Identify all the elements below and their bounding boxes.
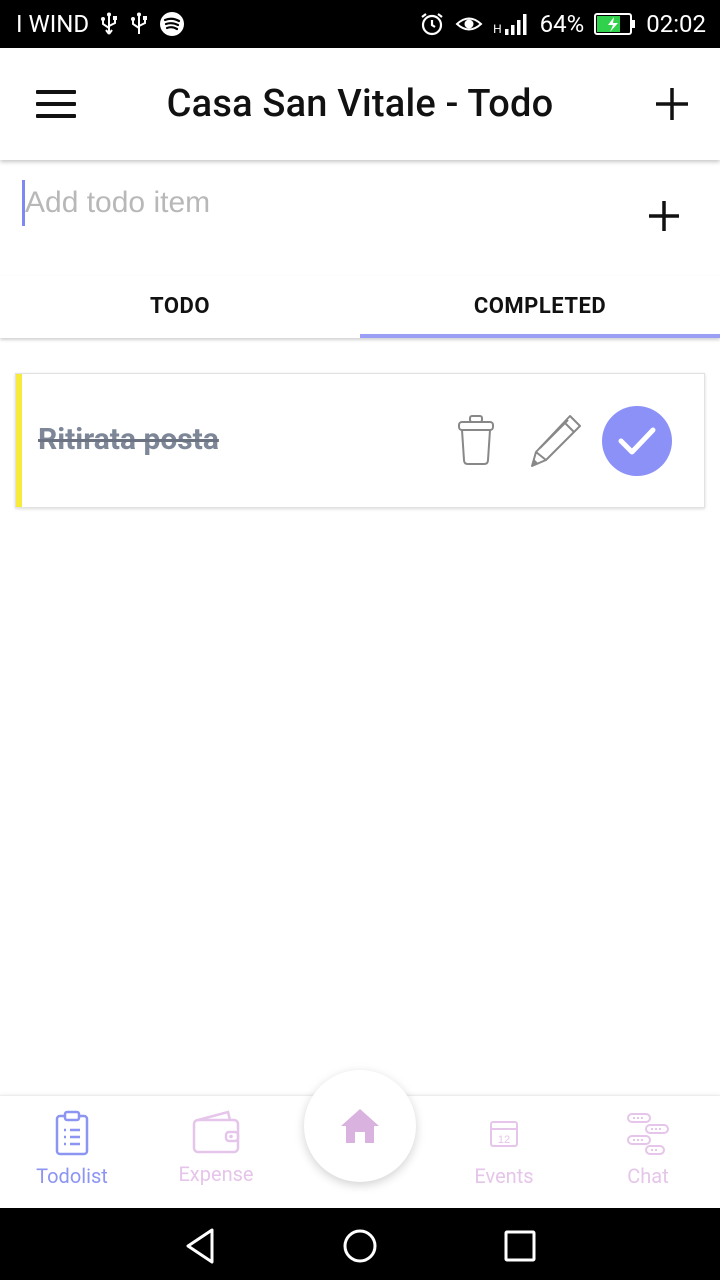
app-bar: Casa San Vitale - Todo (0, 48, 720, 160)
tab-completed[interactable]: COMPLETED (360, 276, 720, 338)
page-title: Casa San Vitale - Todo (166, 82, 554, 126)
tab-bar: TODO COMPLETED (0, 276, 720, 338)
nav-label-chat: Chat (627, 1164, 669, 1188)
todo-item-card[interactable]: Ritirata posta (15, 373, 705, 508)
system-nav-bar (0, 1208, 720, 1280)
add-todo-input[interactable] (22, 180, 582, 226)
todo-item-text: Ritirata posta (38, 422, 219, 457)
nav-label-todolist: Todolist (36, 1164, 108, 1188)
plus-icon[interactable] (652, 84, 692, 124)
clipboard-icon (55, 1110, 89, 1156)
nav-item-chat[interactable]: Chat (576, 1110, 720, 1188)
nav-item-todolist[interactable]: Todolist (0, 1110, 144, 1188)
complete-check-button[interactable] (602, 406, 672, 476)
eye-icon (455, 17, 483, 31)
recents-icon[interactable] (500, 1226, 540, 1266)
add-todo-row (0, 160, 720, 260)
status-right: H 64% 02:02 (419, 10, 706, 38)
calendar-day: 12 (498, 1134, 510, 1146)
battery-percent: 64% (539, 10, 585, 38)
nav-item-events[interactable]: 12 Events (432, 1110, 576, 1188)
network-type: H (493, 22, 502, 36)
signal-icon (504, 14, 527, 35)
battery-charging-icon (594, 13, 636, 35)
trash-icon[interactable] (456, 414, 496, 466)
back-icon[interactable] (180, 1226, 220, 1266)
clock: 02:02 (646, 10, 706, 38)
todo-accent-bar (16, 374, 22, 507)
home-icon (341, 1109, 379, 1143)
nav-item-expense[interactable]: Expense (144, 1110, 288, 1186)
wallet-icon (192, 1110, 240, 1154)
nav-label-events: Events (474, 1164, 534, 1188)
home-system-icon[interactable] (340, 1226, 380, 1266)
home-button[interactable] (304, 1070, 416, 1182)
status-left: I WIND (16, 10, 185, 38)
carrier-label: I WIND (16, 10, 90, 38)
usb-icon (101, 12, 118, 35)
checkmark-icon (618, 427, 656, 455)
pencil-icon[interactable] (526, 412, 584, 470)
alarm-icon (421, 13, 443, 36)
usb-icon (131, 12, 148, 34)
spotify-icon (160, 12, 185, 36)
tab-todo[interactable]: TODO (0, 276, 360, 338)
calendar-icon: 12 (490, 1121, 518, 1147)
status-bar: I WIND H 64% 02:02 (0, 0, 720, 48)
nav-label-expense: Expense (178, 1162, 254, 1186)
chat-icon (627, 1113, 669, 1155)
add-todo-plus-icon[interactable] (644, 196, 684, 236)
